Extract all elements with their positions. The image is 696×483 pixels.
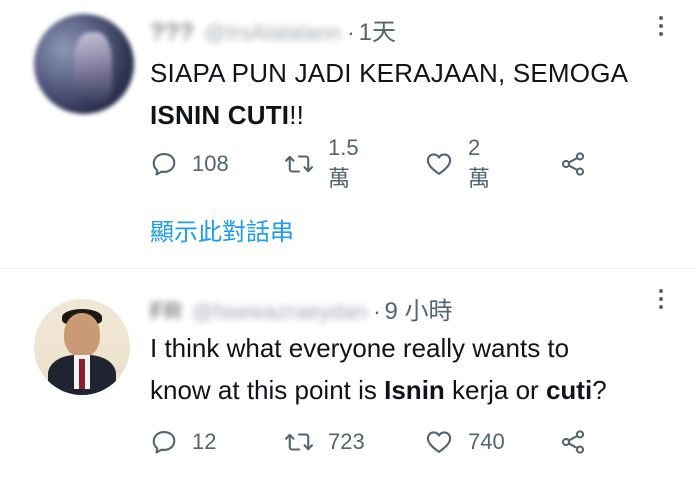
tweet[interactable]: ??? @IrsAlalalann · 1天 SIAPA PUN JADI KE… bbox=[0, 0, 696, 268]
display-name[interactable]: ??? bbox=[150, 19, 194, 47]
reply-button[interactable]: 108 bbox=[150, 146, 229, 182]
retweet-button[interactable]: 723 bbox=[284, 424, 365, 460]
tweet-text-line: ISNIN CUTI!! bbox=[150, 94, 628, 136]
tweet-text: I think what everyone really wants to kn… bbox=[150, 327, 607, 411]
tweet-text: SIAPA PUN JADI KERAJAAN, SEMOGA ISNIN CU… bbox=[150, 52, 628, 136]
reply-button[interactable]: 12 bbox=[150, 424, 216, 460]
bold-text: ISNIN CUTI bbox=[150, 100, 290, 130]
bold-text: Isnin bbox=[384, 375, 445, 405]
reply-icon bbox=[150, 150, 178, 178]
separator-dot: · bbox=[373, 299, 381, 324]
retweet-icon bbox=[284, 428, 314, 456]
retweet-button[interactable]: 1.5萬 bbox=[284, 135, 359, 191]
avatar[interactable] bbox=[34, 299, 130, 395]
like-count: 2萬 bbox=[468, 135, 491, 191]
share-icon bbox=[558, 428, 588, 456]
more-icon[interactable] bbox=[656, 289, 666, 309]
retweet-icon bbox=[284, 150, 314, 178]
text-fragment: know at this point is bbox=[150, 375, 385, 405]
heart-icon bbox=[424, 428, 454, 456]
share-icon bbox=[558, 150, 588, 178]
bold-text: cuti bbox=[545, 375, 593, 405]
tweet-text-line: I think what everyone really wants to bbox=[150, 333, 570, 363]
user-handle[interactable]: @IrsAlalalann bbox=[204, 20, 341, 46]
timestamp[interactable]: 1天 bbox=[359, 12, 396, 47]
retweet-count: 1.5萬 bbox=[328, 135, 359, 191]
reply-count: 108 bbox=[192, 151, 229, 176]
tweet-header: ??? @IrsAlalalann · 1天 bbox=[150, 12, 396, 47]
more-icon[interactable] bbox=[656, 16, 666, 36]
reply-icon bbox=[150, 428, 178, 456]
user-handle[interactable]: @fawwazraeydan bbox=[192, 299, 367, 325]
heart-icon bbox=[424, 150, 454, 178]
retweet-count: 723 bbox=[328, 429, 365, 454]
like-button[interactable]: 2萬 bbox=[424, 135, 490, 191]
reply-count: 12 bbox=[192, 429, 217, 454]
text-fragment: ? bbox=[592, 375, 607, 405]
tweet-text-line: SIAPA PUN JADI KERAJAAN, SEMOGA bbox=[150, 58, 629, 88]
share-button[interactable] bbox=[558, 146, 588, 182]
separator-dot: · bbox=[347, 20, 355, 45]
text-fragment: kerja or bbox=[444, 375, 546, 405]
tweet-header: FR @fawwazraeydan · 9 小時 bbox=[150, 291, 453, 326]
share-button[interactable] bbox=[558, 424, 588, 460]
tweet[interactable]: FR @fawwazraeydan · 9 小時 I think what ev… bbox=[0, 269, 696, 483]
text-fragment: !! bbox=[289, 100, 305, 130]
timestamp[interactable]: 9 小時 bbox=[385, 291, 453, 326]
like-count: 740 bbox=[468, 429, 505, 454]
avatar[interactable] bbox=[34, 14, 134, 114]
show-thread-link[interactable]: 顯示此對話串 bbox=[150, 212, 294, 247]
tweet-text-line: know at this point is Isnin kerja or cut… bbox=[150, 369, 607, 411]
like-button[interactable]: 740 bbox=[424, 424, 505, 460]
display-name[interactable]: FR bbox=[150, 298, 182, 326]
